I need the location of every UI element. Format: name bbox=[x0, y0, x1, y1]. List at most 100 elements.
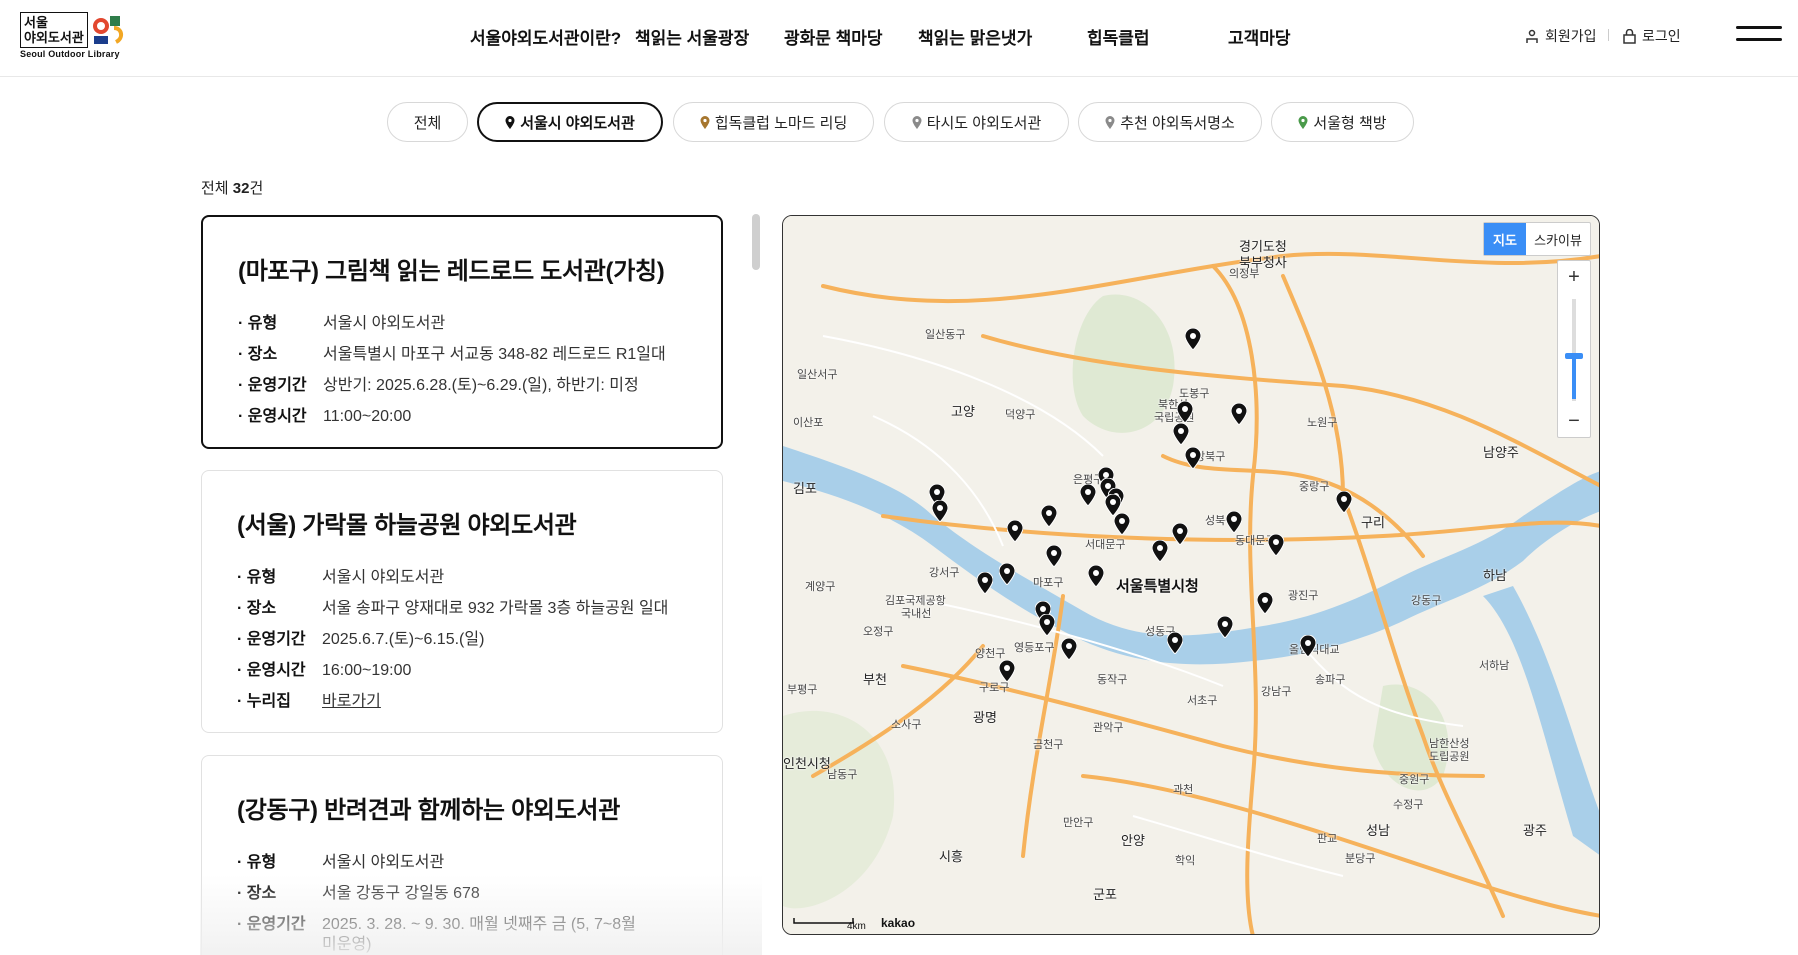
homepage-link[interactable]: 바로가기 bbox=[322, 686, 381, 717]
map-label: 남동구 bbox=[827, 769, 858, 781]
nav-gwanghwamun[interactable]: 광화문 책마당 bbox=[784, 24, 883, 49]
login-link[interactable]: 로그인 bbox=[1622, 26, 1681, 46]
map-marker-icon[interactable] bbox=[1088, 565, 1104, 587]
map-label: 일산동구 bbox=[925, 329, 966, 341]
map-marker-icon[interactable] bbox=[1257, 592, 1273, 614]
tab-label: 추천 야외독서명소 bbox=[1120, 114, 1235, 132]
map-label: 광주 bbox=[1523, 823, 1547, 838]
map-marker-icon[interactable] bbox=[1185, 328, 1201, 350]
nav-customer[interactable]: 고객마당 bbox=[1228, 24, 1291, 49]
library-card[interactable]: (강동구) 반려견과 함께하는 야외도서관 · 유형 서울시 야외도서관 · 장소… bbox=[201, 755, 723, 955]
map-marker-icon[interactable] bbox=[1080, 484, 1096, 506]
map-label: 서대문구 bbox=[1085, 539, 1126, 551]
map-marker-icon[interactable] bbox=[932, 500, 948, 522]
logo-mark-icon bbox=[93, 16, 123, 44]
map-label: 강서구 bbox=[929, 567, 960, 579]
scale-bar-icon bbox=[793, 918, 854, 924]
card-row: · 유형 서울시 야외도서관 bbox=[237, 854, 445, 871]
map-type-map-button[interactable]: 지도 bbox=[1484, 223, 1526, 255]
tab-seoul-bookstore[interactable]: 서울형 책방 bbox=[1271, 102, 1414, 142]
map-marker-icon[interactable] bbox=[977, 572, 993, 594]
logo-subtitle: Seoul Outdoor Library bbox=[20, 49, 120, 59]
map-marker-icon[interactable] bbox=[1167, 632, 1183, 654]
nav-hipdok-club[interactable]: 힙독클럽 bbox=[1087, 24, 1150, 49]
map-marker-icon[interactable] bbox=[1114, 513, 1130, 535]
map-label: 국내선 bbox=[901, 608, 932, 620]
pin-icon bbox=[505, 115, 515, 129]
logo-wordmark: 서울 야외도서관 bbox=[20, 12, 88, 48]
tab-label: 전체 bbox=[413, 114, 442, 132]
zoom-handle[interactable] bbox=[1565, 353, 1583, 359]
map-label: 시흥 bbox=[939, 849, 963, 864]
map-marker-icon[interactable] bbox=[1177, 401, 1193, 423]
map-type-skyview-button[interactable]: 스카이뷰 bbox=[1526, 223, 1590, 255]
pin-icon bbox=[912, 115, 922, 129]
map-marker-icon[interactable] bbox=[1041, 505, 1057, 527]
map-marker-icon[interactable] bbox=[999, 563, 1015, 585]
zoom-out-button[interactable]: − bbox=[1558, 405, 1590, 437]
site-logo[interactable]: 서울 야외도서관 Seoul Outdoor Library bbox=[20, 12, 126, 60]
tab-seoul-outdoor-library[interactable]: 서울시 야외도서관 bbox=[477, 102, 663, 142]
map-label: 영등포구 bbox=[1014, 642, 1055, 654]
user-plus-icon bbox=[1526, 29, 1538, 43]
map-marker-icon[interactable] bbox=[1336, 491, 1352, 513]
nav-about[interactable]: 서울야외도서관이란? bbox=[470, 24, 621, 49]
map-label: 동작구 bbox=[1097, 674, 1128, 686]
map-marker-icon[interactable] bbox=[999, 660, 1015, 682]
menu-icon[interactable] bbox=[1736, 24, 1782, 44]
map-marker-icon[interactable] bbox=[1152, 540, 1168, 562]
map-label: 소사구 bbox=[891, 719, 922, 731]
tab-all[interactable]: 전체 bbox=[387, 102, 468, 142]
map-label: 서울특별시청 bbox=[1116, 578, 1199, 595]
signup-link[interactable]: 회원가입 bbox=[1525, 26, 1597, 46]
card-row: · 운영기간 2025.6.7.(토)~6.15.(일) bbox=[237, 631, 485, 648]
tab-recommended-spots[interactable]: 추천 야외독서명소 bbox=[1078, 102, 1262, 142]
library-card[interactable]: (마포구) 그림책 읽는 레드로드 도서관(가칭) · 유형 서울시 야외도서관 … bbox=[201, 215, 723, 449]
map-marker-icon[interactable] bbox=[1172, 523, 1188, 545]
map-marker-icon[interactable] bbox=[1039, 614, 1055, 636]
tab-other-region[interactable]: 타시도 야외도서관 bbox=[884, 102, 1069, 142]
result-count: 전체 32건 bbox=[201, 180, 264, 197]
map-label: 노원구 bbox=[1307, 417, 1338, 429]
signup-label: 회원가입 bbox=[1545, 28, 1597, 44]
pin-icon bbox=[1298, 115, 1308, 129]
map-label: 군포 bbox=[1093, 887, 1117, 902]
map-label: 서하남 bbox=[1479, 660, 1510, 672]
map-label: 구리 bbox=[1361, 515, 1385, 530]
card-row: · 유형 서울시 야외도서관 bbox=[237, 569, 445, 586]
map-label: 오정구 bbox=[863, 626, 894, 638]
zoom-fill bbox=[1572, 353, 1576, 399]
map-label: 판교 bbox=[1317, 833, 1338, 845]
map-marker-icon[interactable] bbox=[1046, 545, 1062, 567]
map-marker-icon[interactable] bbox=[1231, 403, 1247, 425]
util-divider bbox=[1608, 29, 1609, 41]
card-row: 미운영) bbox=[322, 936, 372, 953]
card-row: · 운영시간 16:00~19:00 bbox=[237, 662, 412, 679]
zoom-in-button[interactable]: + bbox=[1558, 261, 1590, 293]
card-row: · 장소 서울 강동구 강일동 678 bbox=[237, 885, 480, 902]
tab-label: 서울형 책방 bbox=[1313, 114, 1387, 132]
map-marker-icon[interactable] bbox=[1173, 423, 1189, 445]
map-marker-icon[interactable] bbox=[1185, 447, 1201, 469]
card-title: (마포구) 그림책 읽는 레드로드 도서관(가칭) bbox=[238, 258, 665, 285]
map-marker-icon[interactable] bbox=[1217, 616, 1233, 638]
nav-seoul-plaza[interactable]: 책읽는 서울광장 bbox=[635, 24, 749, 49]
map-marker-icon[interactable] bbox=[1268, 534, 1284, 556]
map-marker-icon[interactable] bbox=[1226, 511, 1242, 533]
nav-stream[interactable]: 책읽는 맑은냇가 bbox=[918, 24, 1032, 49]
tab-label: 타시도 야외도서관 bbox=[926, 114, 1042, 132]
map-marker-icon[interactable] bbox=[1061, 638, 1077, 660]
pin-icon bbox=[1105, 115, 1115, 129]
login-label: 로그인 bbox=[1642, 28, 1681, 44]
map-view[interactable]: 경기도청 북부청사 의정부 일산동구 일산서구 고양 덕양구 이산포 도봉구 북… bbox=[782, 215, 1600, 935]
map-label: 광명 bbox=[973, 710, 997, 725]
library-card[interactable]: (서울) 가락몰 하늘공원 야외도서관 · 유형 서울시 야외도서관 · 장소 서울… bbox=[201, 470, 723, 733]
map-marker-icon[interactable] bbox=[1300, 635, 1316, 657]
tab-hipdok-nomad[interactable]: 힙독클럽 노마드 리딩 bbox=[673, 102, 874, 142]
map-marker-icon[interactable] bbox=[1007, 520, 1023, 542]
card-row: · 운영기간 2025. 3. 28. ~ 9. 30. 매월 넷째주 금 (5,… bbox=[237, 916, 636, 933]
pin-icon bbox=[700, 115, 710, 129]
list-scrollbar[interactable] bbox=[752, 214, 760, 270]
map-label: 고양 bbox=[951, 404, 975, 419]
map-label: 성남 bbox=[1366, 823, 1390, 838]
